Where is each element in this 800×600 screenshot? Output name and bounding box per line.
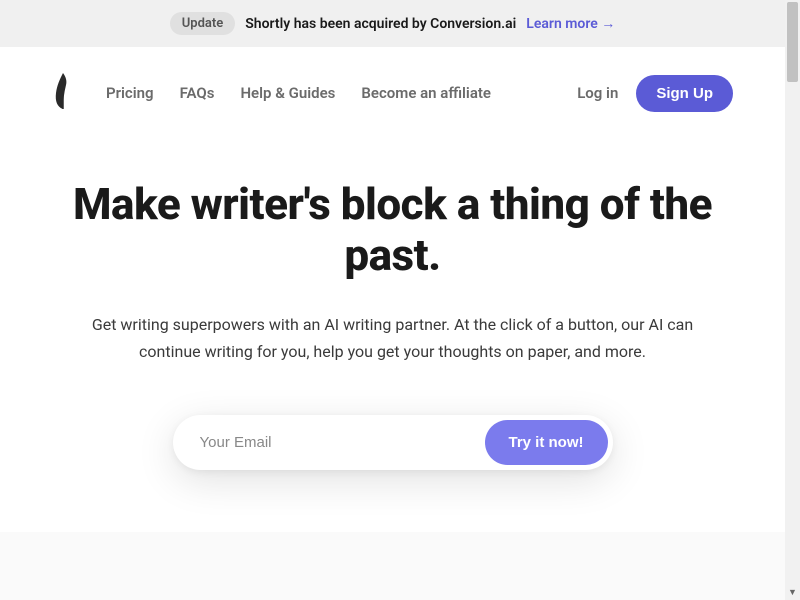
announcement-banner: Update Shortly has been acquired by Conv… — [0, 0, 785, 47]
bottom-section — [0, 532, 785, 600]
nav-links-group: Pricing FAQs Help & Guides Become an aff… — [106, 84, 577, 102]
nav-auth-group: Log in Sign Up — [577, 75, 733, 112]
nav-affiliate[interactable]: Become an affiliate — [361, 84, 491, 102]
hero-section: Make writer's block a thing of the past.… — [0, 139, 785, 470]
email-input[interactable] — [178, 420, 485, 465]
hero-subtitle: Get writing superpowers with an AI writi… — [73, 312, 713, 365]
nav-help-guides[interactable]: Help & Guides — [240, 84, 335, 102]
learn-more-link[interactable]: Learn more → — [526, 15, 615, 32]
feather-logo-icon[interactable] — [52, 71, 74, 115]
nav-pricing[interactable]: Pricing — [106, 84, 154, 102]
hero-title: Make writer's block a thing of the past. — [50, 179, 735, 280]
try-it-now-button[interactable]: Try it now! — [485, 420, 608, 465]
main-nav: Pricing FAQs Help & Guides Become an aff… — [0, 47, 785, 139]
login-link[interactable]: Log in — [577, 84, 618, 102]
scrollbar-thumb[interactable] — [787, 2, 798, 82]
banner-message: Shortly has been acquired by Conversion.… — [245, 16, 516, 32]
signup-button[interactable]: Sign Up — [636, 75, 733, 112]
nav-faqs[interactable]: FAQs — [180, 84, 215, 102]
update-badge: Update — [170, 12, 236, 35]
email-signup-form: Try it now! — [173, 415, 613, 470]
scrollbar-down-arrow-icon[interactable]: ▼ — [785, 585, 800, 600]
scrollbar-track[interactable]: ▼ — [785, 0, 800, 600]
